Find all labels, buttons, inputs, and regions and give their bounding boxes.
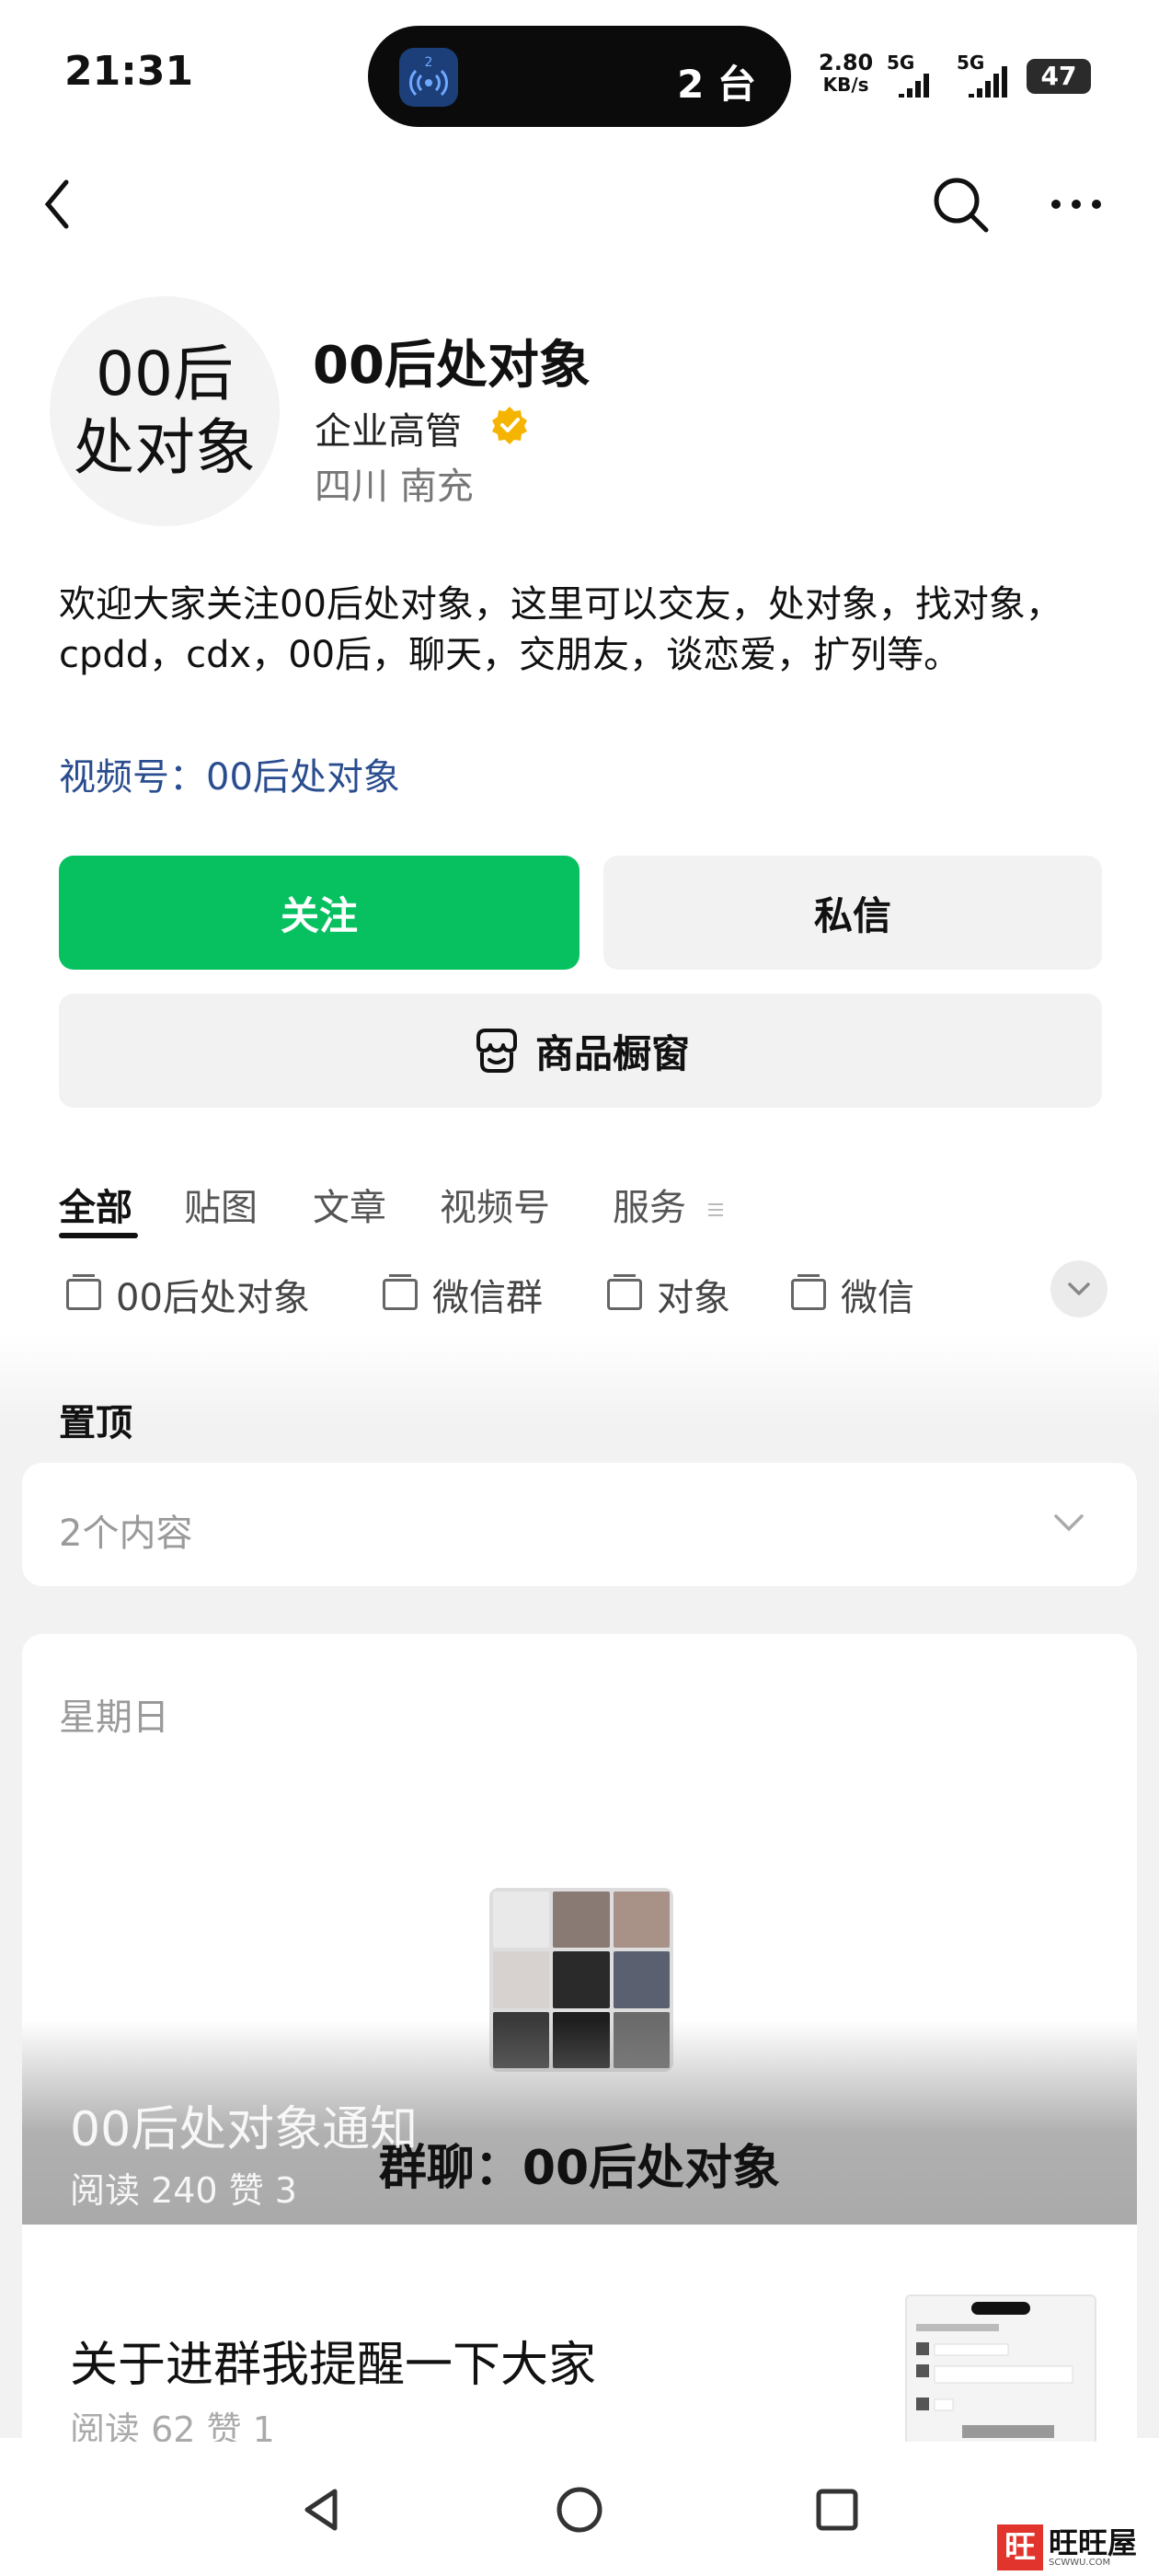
category-item[interactable]: 微信群 (383, 1268, 543, 1321)
dynamic-island[interactable]: 2 2 台 (368, 26, 791, 127)
category-item[interactable]: 00后处对象 (66, 1268, 310, 1321)
triangle-back-icon (304, 2489, 338, 2531)
nav-home-button[interactable] (552, 2482, 607, 2537)
shop-window-label: 商品橱窗 (534, 1030, 690, 1076)
category-item[interactable]: 微信 (791, 1268, 914, 1321)
nav-back-button[interactable] (294, 2482, 350, 2537)
verified-icon (489, 405, 530, 445)
square-recents-icon (816, 2489, 858, 2531)
menu-icon (707, 1203, 723, 1216)
category-label: 微信 (841, 1277, 914, 1319)
shop-window-button[interactable]: 商品橱窗 (59, 994, 1102, 1108)
chevron-down-icon (1054, 1514, 1084, 1532)
watermark: 旺 旺旺屋 SCWWU.COM (997, 2524, 1137, 2570)
signal-label: 5G (887, 52, 915, 74)
search-button[interactable] (929, 173, 993, 237)
chevron-down-icon (1068, 1282, 1090, 1295)
avatar[interactable]: 00后 处对象 (50, 296, 280, 526)
post-title: 00后处对象通知 (70, 2102, 419, 2157)
category-label: 微信群 (432, 1277, 543, 1319)
tab-services-label: 服务 (613, 1187, 686, 1229)
folder-icon (791, 1274, 826, 1310)
tab-images[interactable]: 贴图 (184, 1178, 258, 1231)
category-item[interactable]: 对象 (607, 1268, 730, 1321)
tab-video-channel[interactable]: 视频号 (440, 1178, 550, 1231)
account-title: 企业高管 (315, 410, 462, 453)
folder-icon (66, 1274, 101, 1310)
net-speed-value: 2.80 (819, 50, 874, 75)
island-badge: 2 (425, 55, 433, 70)
battery-icon: 47 (1027, 59, 1091, 94)
more-button[interactable] (1049, 193, 1104, 215)
tab-all[interactable]: 全部 (59, 1178, 132, 1231)
post-title: 关于进群我提醒一下大家 (70, 2338, 597, 2393)
avatar-line1: 00后 (96, 339, 234, 409)
back-button[interactable] (37, 175, 81, 234)
tab-services[interactable]: 服务 (613, 1178, 726, 1231)
signal-icon: 5G (887, 52, 935, 105)
nav-recents-button[interactable] (809, 2482, 865, 2537)
pinned-count: 2个内容 (59, 1512, 193, 1555)
more-icon (1051, 200, 1101, 209)
net-speed: 2.80 KB/s (819, 52, 873, 96)
post-stats: 阅读 240 赞 3 (70, 2170, 297, 2211)
category-label: 00后处对象 (116, 1277, 310, 1319)
chevron-left-icon (44, 179, 69, 229)
signal-icon: 5G (957, 52, 1016, 105)
account-location: 四川 南充 (315, 466, 474, 508)
folder-icon (607, 1274, 642, 1310)
category-label: 对象 (657, 1277, 730, 1319)
store-icon (476, 1029, 517, 1073)
broadcast-icon: 2 (399, 48, 458, 107)
signal-label: 5G (957, 52, 985, 74)
folder-icon (383, 1274, 418, 1310)
watermark-text: 旺旺屋 (1049, 2524, 1138, 2560)
watermark-mark: 旺 (997, 2524, 1043, 2570)
system-nav-bar (0, 2442, 1159, 2576)
pinned-dropdown[interactable]: 2个内容 (22, 1463, 1137, 1586)
post-thumbnail (905, 2294, 1096, 2445)
island-text: 2 台 (677, 62, 756, 107)
pinned-heading: 置顶 (59, 1402, 132, 1444)
post-list-item[interactable]: 关于进群我提醒一下大家 阅读 62 赞 1 (22, 2248, 1137, 2450)
net-speed-unit: KB/s (822, 74, 869, 96)
follow-button[interactable]: 关注 (59, 856, 580, 970)
account-description: 欢迎大家关注00后处对象，这里可以交友，处对象，找对象，cpdd，cdx，00后… (59, 583, 1062, 676)
tab-active-indicator (59, 1233, 138, 1238)
message-button[interactable]: 私信 (603, 856, 1102, 970)
tab-articles[interactable]: 文章 (313, 1178, 386, 1231)
video-channel-link[interactable]: 视频号：00后处对象 (59, 747, 400, 800)
avatar-line2: 处对象 (74, 412, 256, 483)
account-name: 00后处对象 (313, 336, 591, 396)
expand-categories-button[interactable] (1050, 1260, 1107, 1317)
circle-home-icon (557, 2487, 602, 2533)
status-time: 21:31 (64, 48, 194, 95)
search-icon (934, 178, 989, 233)
post-date: 星期日 (59, 1696, 169, 1739)
